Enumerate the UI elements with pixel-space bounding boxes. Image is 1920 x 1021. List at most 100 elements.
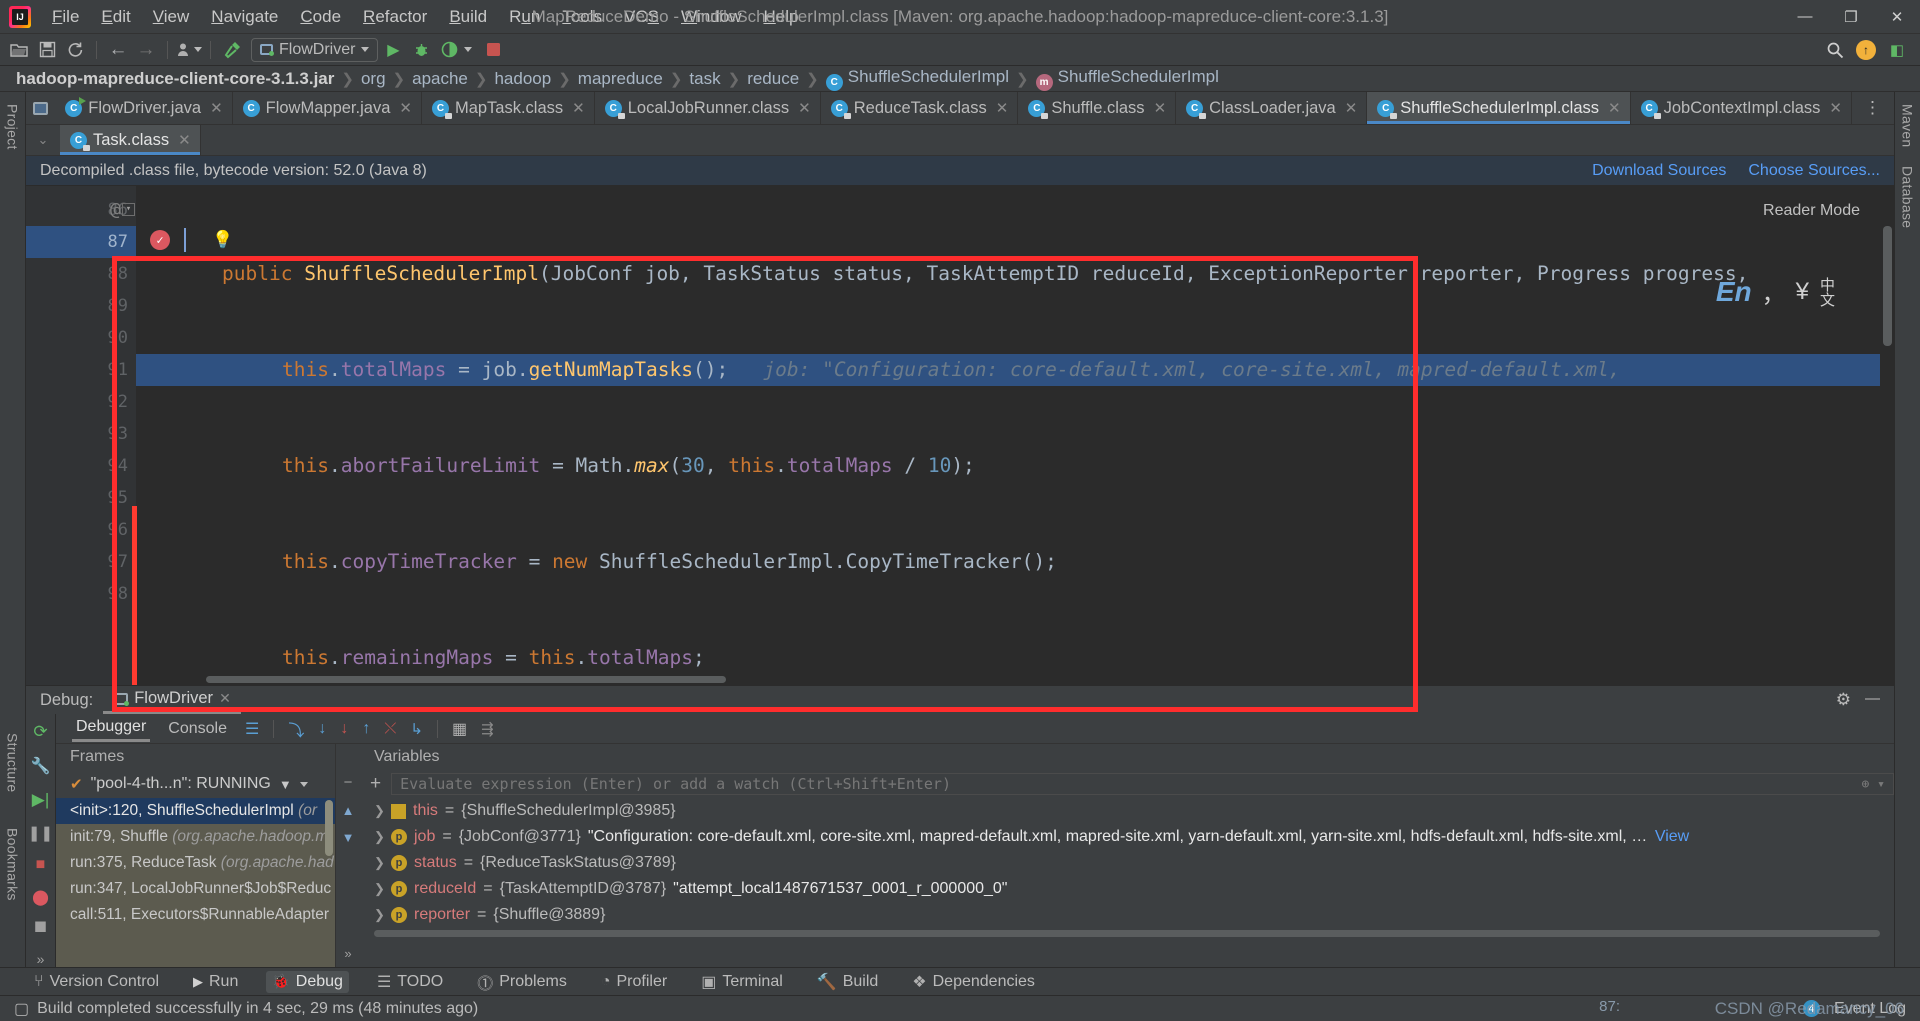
layout-settings-icon[interactable]: ☰ (245, 719, 259, 739)
close-tab-icon[interactable]: ✕ (1608, 99, 1621, 117)
tab-flowmapper-java[interactable]: C FlowMapper.java ✕ (232, 92, 422, 124)
editor-tab-row-2[interactable]: ⌄ C Task.class ✕ (26, 125, 1894, 156)
tool-window-profiler[interactable]: ◔ Profiler (595, 971, 673, 993)
run-configuration-selector[interactable]: FlowDriver (251, 37, 379, 62)
tool-window-build[interactable]: 🔨 Build (811, 970, 885, 994)
debug-session-tab[interactable]: FlowDriver ✕ (103, 686, 241, 714)
close-tab-icon[interactable]: ✕ (1154, 99, 1167, 117)
thread-selector[interactable]: ✔ "pool-4-th...n": RUNNING ▼ (56, 770, 335, 798)
menu-file[interactable]: File (41, 3, 90, 31)
code-line-90[interactable]: this.remainingMaps = this.totalMaps; (136, 642, 1894, 674)
sync-icon[interactable] (62, 37, 88, 63)
search-icon[interactable] (1822, 37, 1848, 63)
rerun-icon[interactable]: ⟳ (33, 722, 47, 742)
breadcrumb-task[interactable]: task (685, 69, 724, 89)
view-breakpoints-icon[interactable]: ⬤ (32, 888, 49, 906)
menu-tools[interactable]: Tools (551, 3, 613, 31)
window-controls[interactable]: — ❐ ✕ (1782, 0, 1920, 33)
editor-horizontal-scrollbar[interactable] (136, 676, 1880, 685)
evaluate-expression-input[interactable]: Evaluate expression (Enter) or add a wat… (391, 773, 1894, 795)
close-button[interactable]: ✕ (1874, 0, 1920, 34)
view-value-link[interactable]: View (1655, 828, 1689, 846)
expand-arrow-icon[interactable]: ❯ (374, 881, 385, 897)
frame-nav-strip[interactable]: − ▲ ▼ » (336, 744, 360, 967)
tab-jobcontextimpl-class[interactable]: C JobContextImpl.class ✕ (1630, 92, 1852, 124)
breadcrumb-reduce[interactable]: reduce (743, 69, 803, 89)
debug-button[interactable] (408, 37, 434, 63)
menu-bar[interactable]: File Edit View Navigate Code Refactor Bu… (41, 3, 809, 31)
close-tab-icon[interactable]: ✕ (798, 99, 811, 117)
scrollbar-thumb-horizontal[interactable] (206, 676, 726, 683)
code-editor[interactable]: Reader Mode 86 87 88 89 90 91 92 93 94 9… (26, 186, 1894, 685)
menu-code[interactable]: Code (289, 3, 352, 31)
menu-refactor[interactable]: Refactor (352, 3, 438, 31)
menu-vcs[interactable]: VCS (613, 3, 670, 31)
sidebar-item-project[interactable]: Project (5, 98, 21, 156)
frame-list[interactable]: <init>:120, ShuffleSchedulerImpl (or ini… (56, 798, 335, 967)
code-content[interactable]: public ShuffleSchedulerImpl(JobConf job,… (136, 186, 1894, 685)
open-project-icon[interactable] (6, 37, 32, 63)
breadcrumb-apache[interactable]: apache (408, 69, 472, 89)
run-to-cursor-icon[interactable]: ↳ (410, 720, 423, 738)
variables-list[interactable]: ❯ this = {ShuffleSchedulerImpl@3985} ❯ p (360, 798, 1894, 967)
menu-help[interactable]: Help (752, 3, 809, 31)
maximize-button[interactable]: ❐ (1828, 0, 1874, 34)
sidebar-item-bookmarks[interactable]: Bookmarks (5, 822, 21, 907)
watch-row[interactable]: + Evaluate expression (Enter) or add a w… (360, 770, 1894, 798)
close-tab-icon[interactable]: ✕ (210, 99, 223, 117)
tab-console[interactable]: Console (164, 717, 231, 741)
tool-window-dependencies[interactable]: ❖ Dependencies (906, 970, 1041, 994)
tool-window-problems[interactable]: ⓵ Problems (471, 968, 573, 996)
menu-edit[interactable]: Edit (90, 3, 141, 31)
coverage-caret-icon[interactable] (464, 47, 473, 52)
list-item[interactable]: ❯ this = {ShuffleSchedulerImpl@3985} (360, 798, 1894, 824)
add-watch-icon[interactable]: + (370, 773, 381, 795)
tab-localjobrunner-class[interactable]: C LocalJobRunner.class ✕ (594, 92, 821, 124)
watch-history-icon[interactable]: ⊕ ▾ (1862, 777, 1885, 792)
variables-horizontal-scrollbar[interactable] (374, 930, 1880, 937)
close-session-icon[interactable]: ✕ (219, 690, 231, 707)
remove-watch-icon[interactable]: − (344, 774, 353, 791)
breadcrumb-class[interactable]: C ShuffleSchedulerImpl (822, 67, 1013, 91)
tab-debugger[interactable]: Debugger (72, 715, 151, 742)
settings-wrench-icon[interactable]: 🔧 (31, 756, 51, 776)
list-item[interactable]: ❯ p reporter = {Shuffle@3889} (360, 902, 1894, 928)
code-line-87[interactable]: this.totalMaps = job.getNumMapTasks(); j… (136, 354, 1894, 386)
tab-shuffleschedulerimpl-class[interactable]: C ShuffleSchedulerImpl.class ✕ (1367, 92, 1631, 124)
list-item[interactable]: ❯ p reduceId = {TaskAttemptID@3787} "att… (360, 876, 1894, 902)
sidebar-item-database[interactable]: Database (1900, 160, 1916, 234)
run-with-coverage-button[interactable] (436, 37, 462, 63)
mute-breakpoints-icon[interactable]: ⯀ (34, 920, 46, 937)
expand-arrow-icon[interactable]: ❯ (374, 829, 385, 845)
show-values-inline-icon[interactable]: ⇶ (481, 720, 494, 738)
code-line-89[interactable]: this.copyTimeTracker = new ShuffleSchedu… (136, 546, 1894, 578)
ide-feature-icon[interactable]: ◧ (1884, 37, 1910, 63)
close-tab-icon[interactable]: ✕ (178, 131, 191, 149)
tab-reducetask-class[interactable]: C ReduceTask.class ✕ (820, 92, 1019, 124)
hide-panel-icon[interactable]: — (1865, 690, 1880, 710)
expand-arrow-icon[interactable]: ❯ (374, 855, 385, 871)
scroll-up-icon[interactable]: ▲ (342, 803, 355, 818)
sidebar-item-maven[interactable]: Maven (1900, 98, 1916, 154)
tab-task-class[interactable]: C Task.class ✕ (60, 125, 201, 155)
fold-collapse-icon[interactable]: ▾ (122, 203, 135, 216)
editor-gutter[interactable]: 86 87 88 89 90 91 92 93 94 95 96 97 98 @… (26, 186, 233, 685)
profile-icon[interactable] (176, 37, 202, 63)
code-line-86[interactable]: public ShuffleSchedulerImpl(JobConf job,… (136, 258, 1894, 290)
close-tab-icon[interactable]: ✕ (996, 99, 1009, 117)
menu-build[interactable]: Build (438, 3, 498, 31)
notification-links[interactable]: Download Sources Choose Sources... (1592, 162, 1880, 180)
tool-window-version-control[interactable]: ⑂ Version Control (28, 971, 165, 993)
tool-window-run[interactable]: ▶ Run (187, 971, 244, 993)
editor-vertical-scrollbar[interactable] (1880, 186, 1894, 685)
tool-window-bar[interactable]: ⑂ Version Control ▶ Run 🐞 Debug ☰ TODO ⓵ Prob… (0, 967, 1920, 995)
download-sources-link[interactable]: Download Sources (1592, 162, 1726, 180)
scroll-down-icon[interactable]: ▼ (342, 830, 355, 845)
list-item[interactable]: run:347, LocalJobRunner$Job$Reduc (56, 876, 335, 902)
split-collapse-icon[interactable]: ⌄ (26, 125, 60, 155)
evaluate-expression-icon[interactable]: ▦ (452, 719, 467, 739)
list-item[interactable]: ❯ p status = {ReduceTaskStatus@3789} (360, 850, 1894, 876)
update-available-icon[interactable]: ↑ (1856, 39, 1876, 60)
list-item[interactable]: <init>:120, ShuffleSchedulerImpl (or (56, 798, 335, 824)
tool-window-terminal[interactable]: ▣ Terminal (695, 970, 789, 994)
